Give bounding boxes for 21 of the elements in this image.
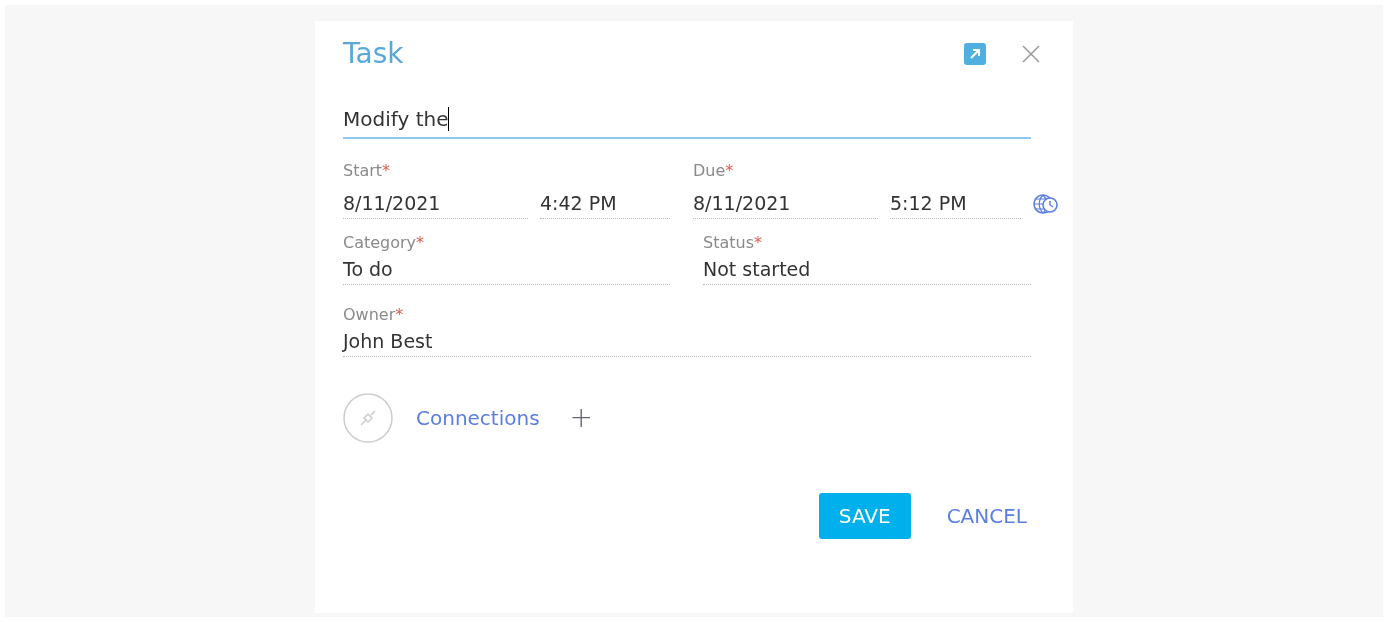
input-field[interactable]: 8/11/2021 — [693, 189, 878, 219]
input-field[interactable]: 5:12 PM — [890, 189, 1021, 219]
field-label: Due* — [693, 161, 735, 181]
field-label: Owner* — [343, 305, 405, 325]
expand-icon[interactable] — [964, 43, 986, 65]
globe-clock-icon[interactable] — [1033, 192, 1059, 216]
link-icon — [343, 393, 393, 443]
input-field[interactable]: John Best — [343, 327, 1031, 357]
close-icon[interactable] — [1021, 44, 1041, 64]
connections-link[interactable]: Connections — [416, 403, 540, 433]
subject-field[interactable]: Modify the — [343, 101, 1031, 139]
cancel-button[interactable]: CANCEL — [942, 493, 1031, 539]
dialog-title: Task — [343, 40, 405, 68]
input-field[interactable]: To do — [343, 255, 670, 285]
input-field[interactable]: 4:42 PM — [540, 189, 670, 219]
input-field[interactable]: 8/11/2021 — [343, 189, 528, 219]
field-label: Category* — [343, 233, 426, 253]
add-button[interactable]: + — [569, 404, 594, 432]
field-label: Start* — [343, 161, 392, 181]
field-label: Status* — [703, 233, 763, 253]
input-field[interactable]: Not started — [703, 255, 1031, 285]
